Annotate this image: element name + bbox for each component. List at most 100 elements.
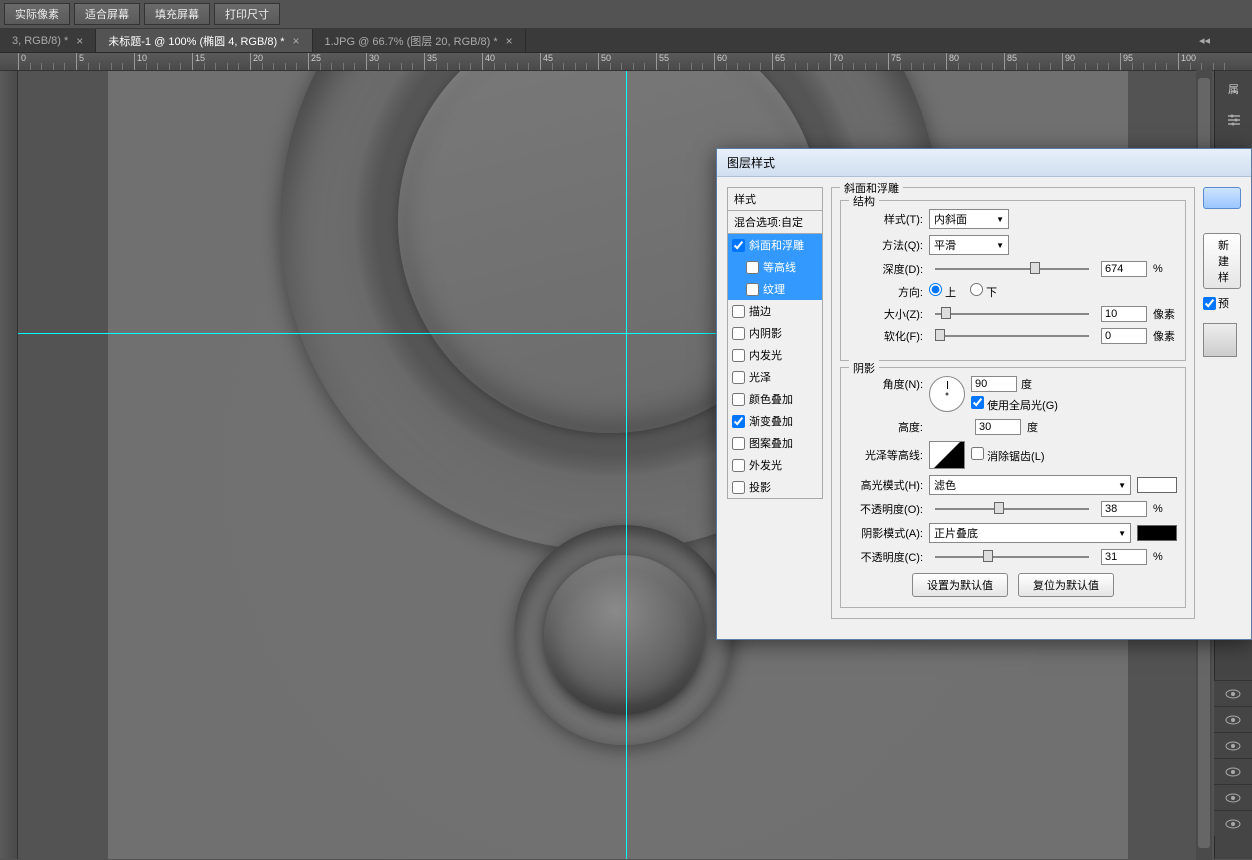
eye-icon[interactable] [1214, 732, 1252, 758]
soften-unit: 像素 [1153, 328, 1177, 344]
size-input[interactable] [1101, 306, 1147, 322]
direction-up-radio[interactable]: 上 [929, 283, 956, 300]
technique-select[interactable]: 平滑▼ [929, 235, 1009, 255]
style-item-8[interactable]: 渐变叠加 [728, 410, 822, 432]
style-checkbox[interactable] [732, 239, 745, 252]
ruler-tick: 100 [1178, 53, 1196, 71]
shadow-opacity-input[interactable] [1101, 549, 1147, 565]
style-item-5[interactable]: 内发光 [728, 344, 822, 366]
angle-input[interactable] [971, 376, 1017, 392]
style-item-0[interactable]: 斜面和浮雕 [728, 234, 822, 256]
layer-style-dialog: 图层样式 样式 混合选项:自定 斜面和浮雕等高线纹理描边内阴影内发光光泽颜色叠加… [716, 148, 1252, 640]
new-style-button[interactable]: 新建样 [1203, 233, 1241, 289]
global-light-checkbox[interactable]: 使用全局光(G) [971, 396, 1058, 413]
vertical-guide[interactable] [626, 71, 627, 859]
size-slider[interactable] [935, 313, 1089, 315]
size-unit: 像素 [1153, 306, 1177, 322]
fit-screen-button[interactable]: 适合屏幕 [74, 3, 140, 25]
horizontal-ruler[interactable]: 0510152025303540455055606570758085909510… [0, 53, 1252, 71]
panel-menu-icon[interactable]: ◂◂ [1199, 34, 1210, 47]
shadow-mode-select[interactable]: 正片叠底▼ [929, 523, 1131, 543]
style-item-10[interactable]: 外发光 [728, 454, 822, 476]
shading-title: 阴影 [849, 360, 879, 376]
style-item-9[interactable]: 图案叠加 [728, 432, 822, 454]
eye-icon[interactable] [1214, 680, 1252, 706]
close-icon[interactable]: × [292, 34, 299, 48]
style-item-1[interactable]: 等高线 [728, 256, 822, 278]
eye-icon[interactable] [1214, 706, 1252, 732]
style-item-3[interactable]: 描边 [728, 300, 822, 322]
shadow-color-swatch[interactable] [1137, 525, 1177, 541]
preview-checkbox[interactable]: 预 [1203, 295, 1241, 311]
doc-tab-0[interactable]: 3, RGB/8) * × [0, 29, 96, 52]
style-item-6[interactable]: 光泽 [728, 366, 822, 388]
print-size-button[interactable]: 打印尺寸 [214, 3, 280, 25]
size-label: 大小(Z): [849, 306, 923, 322]
properties-panel-label: 属 [1228, 81, 1239, 97]
style-checkbox[interactable] [732, 459, 745, 472]
style-item-label: 内发光 [749, 347, 782, 363]
shadow-opacity-slider[interactable] [935, 556, 1089, 558]
style-item-7[interactable]: 颜色叠加 [728, 388, 822, 410]
depth-input[interactable] [1101, 261, 1147, 277]
ok-button[interactable] [1203, 187, 1241, 209]
direction-label: 方向: [849, 284, 923, 300]
doc-tab-1[interactable]: 未标题-1 @ 100% (椭圆 4, RGB/8) * × [96, 29, 312, 52]
style-checkbox[interactable] [732, 327, 745, 340]
highlight-opacity-slider[interactable] [935, 508, 1089, 510]
styles-list: 样式 混合选项:自定 斜面和浮雕等高线纹理描边内阴影内发光光泽颜色叠加渐变叠加图… [727, 187, 823, 629]
gloss-contour-picker[interactable] [929, 441, 965, 469]
actual-pixels-button[interactable]: 实际像素 [4, 3, 70, 25]
eye-icon[interactable] [1214, 810, 1252, 836]
chevron-down-icon: ▼ [996, 241, 1004, 250]
style-checkbox[interactable] [732, 481, 745, 494]
highlight-opacity-input[interactable] [1101, 501, 1147, 517]
close-icon[interactable]: × [76, 34, 83, 48]
style-item-label: 颜色叠加 [749, 391, 793, 407]
style-select[interactable]: 内斜面▼ [929, 209, 1009, 229]
style-checkbox[interactable] [746, 261, 759, 274]
style-checkbox[interactable] [732, 415, 745, 428]
depth-slider[interactable] [935, 268, 1089, 270]
chevron-down-icon: ▼ [996, 215, 1004, 224]
highlight-color-swatch[interactable] [1137, 477, 1177, 493]
depth-unit: % [1153, 263, 1177, 275]
style-checkbox[interactable] [732, 393, 745, 406]
eye-icon[interactable] [1214, 758, 1252, 784]
altitude-input[interactable] [975, 419, 1021, 435]
highlight-mode-label: 高光模式(H): [849, 477, 923, 493]
fill-screen-button[interactable]: 填充屏幕 [144, 3, 210, 25]
eye-icon[interactable] [1214, 784, 1252, 810]
styles-header[interactable]: 样式 [728, 188, 822, 211]
dialog-titlebar[interactable]: 图层样式 [717, 149, 1251, 177]
style-checkbox[interactable] [732, 437, 745, 450]
soften-slider[interactable] [935, 335, 1089, 337]
direction-down-radio[interactable]: 下 [970, 283, 997, 300]
blend-options-header[interactable]: 混合选项:自定 [728, 211, 822, 233]
antialias-checkbox[interactable]: 消除锯齿(L) [971, 447, 1045, 464]
style-item-label: 等高线 [763, 259, 796, 275]
style-item-4[interactable]: 内阴影 [728, 322, 822, 344]
document-tab-bar: 3, RGB/8) * × 未标题-1 @ 100% (椭圆 4, RGB/8)… [0, 29, 1252, 53]
adjustments-icon[interactable] [1223, 109, 1245, 131]
bevel-fieldset: 斜面和浮雕 结构 样式(T): 内斜面▼ 方法(Q): 平滑▼ 深度(D): [831, 187, 1195, 619]
contour-label: 光泽等高线: [849, 447, 923, 463]
style-checkbox[interactable] [732, 349, 745, 362]
style-item-11[interactable]: 投影 [728, 476, 822, 498]
style-item-2[interactable]: 纹理 [728, 278, 822, 300]
soften-label: 软化(F): [849, 328, 923, 344]
soften-input[interactable] [1101, 328, 1147, 344]
highlight-mode-select[interactable]: 滤色▼ [929, 475, 1131, 495]
style-label: 样式(T): [849, 211, 923, 227]
doc-tab-2[interactable]: 1.JPG @ 66.7% (图层 20, RGB/8) * × [313, 29, 526, 52]
set-default-button[interactable]: 设置为默认值 [912, 573, 1008, 597]
ruler-tick: 0 [18, 53, 26, 71]
reset-default-button[interactable]: 复位为默认值 [1018, 573, 1114, 597]
style-checkbox[interactable] [746, 283, 759, 296]
style-checkbox[interactable] [732, 371, 745, 384]
vertical-ruler[interactable] [0, 71, 18, 859]
style-checkbox[interactable] [732, 305, 745, 318]
highlight-opacity-label: 不透明度(O): [849, 501, 923, 517]
close-icon[interactable]: × [506, 34, 513, 48]
angle-dial[interactable] [929, 376, 965, 412]
